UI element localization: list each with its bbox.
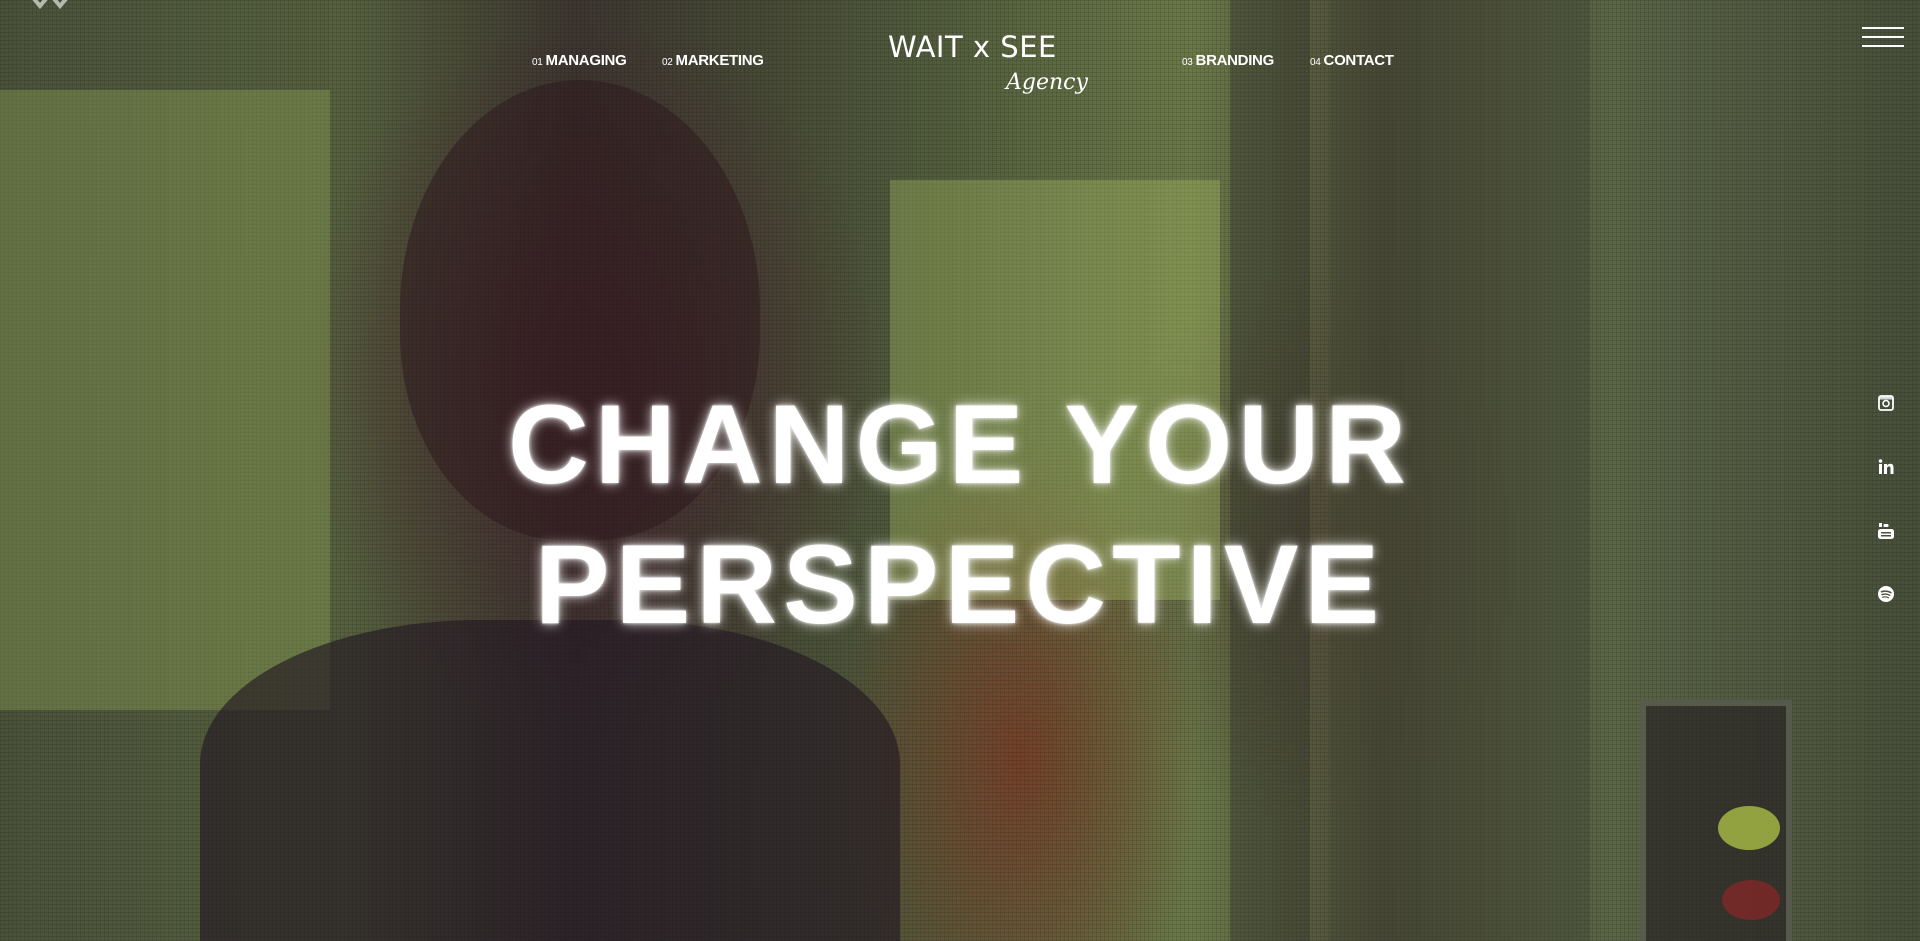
nav-item-number: 01 [532,57,543,68]
brand-name: WAIT x SEE [888,30,1057,64]
hamburger-menu-icon[interactable] [1862,25,1904,49]
traffic-light-red [1722,880,1780,920]
menu-bar [1862,45,1904,47]
background-person-body [200,620,900,941]
hero-headline: CHANGE YOUR PERSPECTIVE [0,375,1920,655]
nav-item-managing[interactable]: 01 MANAGING [532,52,627,69]
nav-item-branding[interactable]: 03 BRANDING [1182,52,1274,69]
linkedin-icon[interactable] [1876,457,1896,477]
brand-logo[interactable]: WAIT x SEE Agency [888,30,1088,110]
brand-tagline: Agency [1006,70,1088,95]
hero-headline-line-2: PERSPECTIVE [534,522,1386,647]
nav-item-label: BRANDING [1195,52,1275,69]
hero-headline-line-1: CHANGE YOUR [507,382,1413,507]
nav-item-label: CONTACT [1323,52,1394,69]
nav-item-number: 02 [662,57,673,68]
corner-logo-icon[interactable] [28,0,78,12]
nav-item-label: MARKETING [675,52,764,69]
instagram-icon[interactable] [1876,393,1896,413]
nav-item-number: 03 [1182,57,1193,68]
nav-item-contact[interactable]: 04 CONTACT [1310,52,1394,69]
youtube-icon[interactable] [1876,521,1896,541]
menu-bar [1862,36,1904,38]
nav-item-marketing[interactable]: 02 MARKETING [662,52,764,69]
nav-item-label: MANAGING [545,52,627,69]
nav-item-number: 04 [1310,57,1321,68]
spotify-icon[interactable] [1876,584,1896,604]
menu-bar [1862,27,1904,29]
traffic-light-green [1718,806,1780,850]
